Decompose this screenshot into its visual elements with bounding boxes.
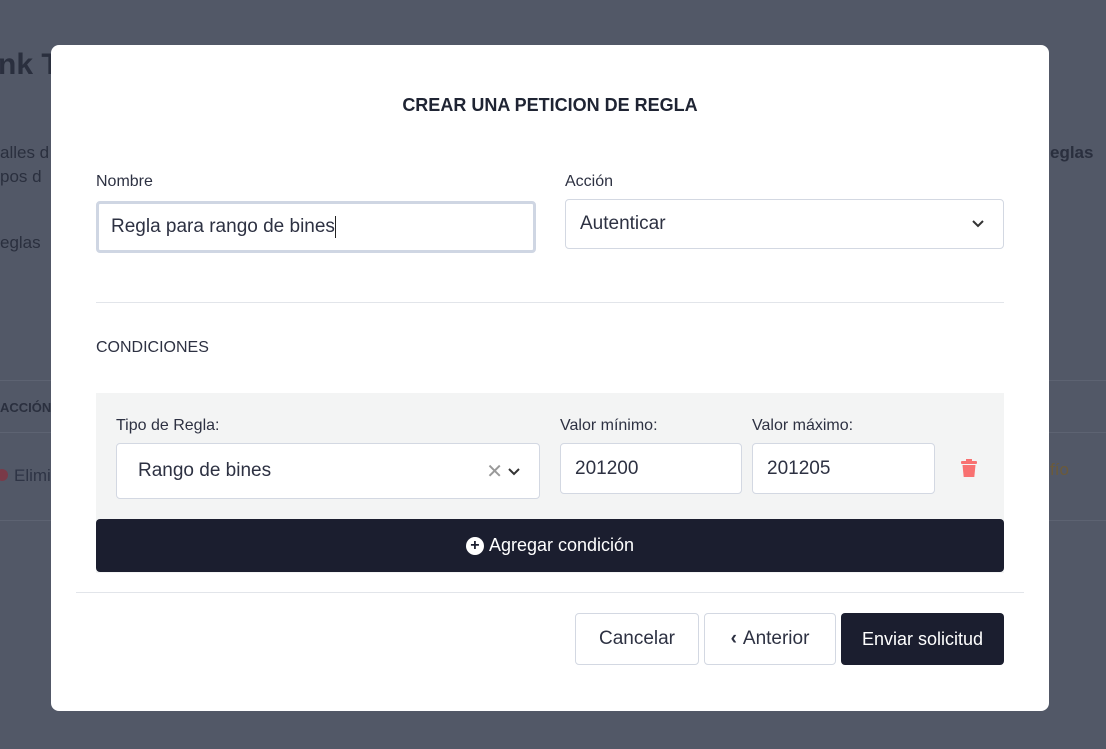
plus-circle-icon: + xyxy=(465,536,484,555)
trash-icon[interactable] xyxy=(961,459,977,478)
chevron-down-icon xyxy=(972,220,984,228)
create-rule-modal: CREAR UNA PETICION DE REGLA Nombre Regla… xyxy=(51,45,1049,711)
bg-text: pos d xyxy=(0,167,42,186)
name-label: Nombre xyxy=(96,173,153,190)
bg-delete-link: Elimi xyxy=(0,466,51,486)
action-select[interactable]: Autenticar xyxy=(565,199,1004,249)
name-input[interactable]: Regla para rango de bines xyxy=(96,201,536,253)
add-condition-button[interactable]: + Agregar condición xyxy=(96,519,1004,572)
bg-status: fío xyxy=(1050,460,1069,479)
bg-text: eglas xyxy=(1050,143,1094,162)
cancel-button[interactable]: Cancelar xyxy=(575,613,699,665)
min-value-label: Valor mínimo: xyxy=(560,417,658,434)
action-label: Acción xyxy=(565,173,614,190)
rule-type-label: Tipo de Regla: xyxy=(116,417,220,434)
submit-button[interactable]: Enviar solicitud xyxy=(841,613,1004,665)
chevron-left-icon: ‹ xyxy=(730,628,737,649)
max-value-input[interactable]: 201205 xyxy=(752,443,935,494)
chevron-down-icon xyxy=(508,468,520,476)
rule-type-select[interactable]: Rango de bines ✕ xyxy=(116,443,540,499)
bg-text: alles d xyxy=(0,143,50,162)
clear-icon[interactable]: ✕ xyxy=(486,459,503,484)
previous-button[interactable]: ‹ Anterior xyxy=(704,613,836,665)
bg-column-header: ACCIÓN xyxy=(0,400,52,415)
max-value-label: Valor máximo: xyxy=(752,417,854,434)
conditions-heading: CONDICIONES xyxy=(96,339,209,356)
bg-text: eglas xyxy=(0,233,41,252)
modal-title: CREAR UNA PETICION DE REGLA xyxy=(402,95,698,115)
min-value-input[interactable]: 201200 xyxy=(560,443,742,494)
